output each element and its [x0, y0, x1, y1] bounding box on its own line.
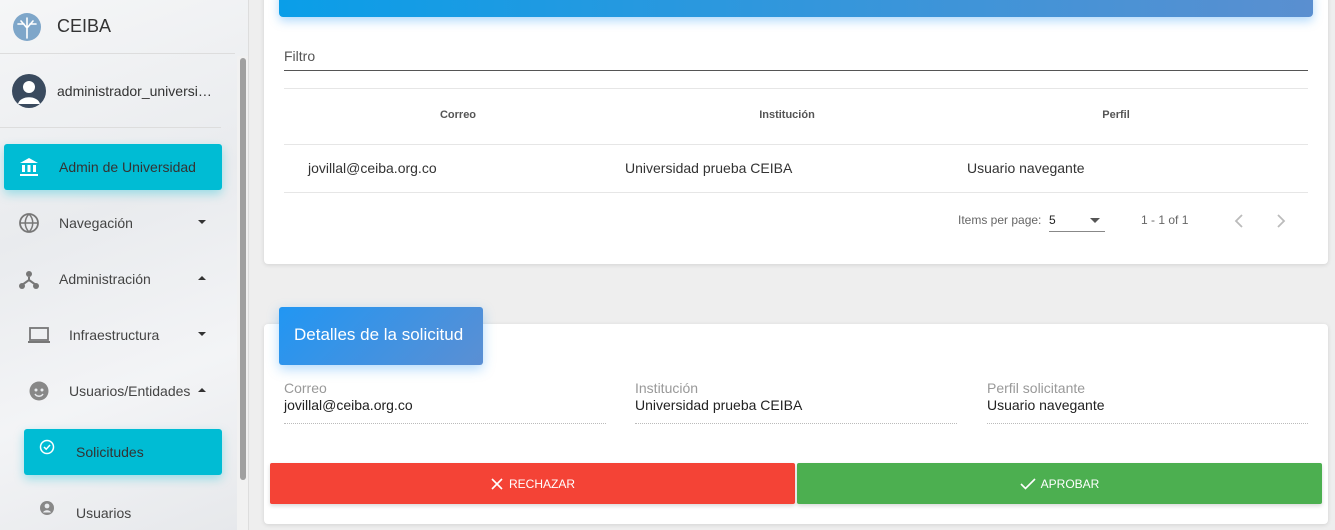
cell-correo: jovillal@ceiba.org.co [308, 160, 437, 176]
chevron-down-icon [198, 332, 206, 336]
field-institucion-value: Universidad prueba CEIBA [635, 397, 803, 413]
nav-usuarios-entidades-label: Usuarios/Entidades [69, 383, 191, 399]
filter-underline [284, 70, 1308, 71]
table-header-divider [284, 144, 1308, 145]
ceiba-tree-logo [13, 12, 41, 41]
close-icon [491, 477, 503, 490]
dropdown-arrow-icon[interactable] [1090, 218, 1100, 223]
bank-icon [16, 156, 42, 178]
user-profile[interactable]: administrador_universid… [0, 54, 221, 128]
globe-icon [16, 212, 42, 234]
column-header-perfil[interactable]: Perfil [1086, 109, 1146, 121]
paginator-range: 1 - 1 of 1 [1141, 213, 1189, 227]
reject-button-label: RECHAZAR [508, 476, 575, 491]
field-perfil-label: Perfil solicitante [987, 380, 1086, 396]
chevron-left-icon[interactable] [1229, 210, 1251, 232]
cell-perfil: Usuario navegante [967, 160, 1085, 176]
hub-icon [16, 268, 42, 290]
face-icon [26, 380, 52, 402]
account-icon [12, 73, 46, 108]
nav-navegacion[interactable]: Navegación [4, 200, 222, 246]
nav-usuarios-entidades[interactable]: Usuarios/Entidades [4, 368, 222, 414]
field-institucion-underline [635, 423, 957, 424]
chevron-down-icon [198, 220, 206, 224]
nav-infraestructura-label: Infraestructura [69, 327, 160, 343]
items-per-page-label: Items per page: [958, 213, 1042, 227]
items-per-page-underline [1049, 231, 1105, 232]
nav-solicitudes[interactable]: Solicitudes [24, 429, 222, 475]
nav-administracion-label: Administración [59, 271, 151, 287]
table-row-divider [284, 192, 1308, 193]
reject-button[interactable]: RECHAZAR [270, 463, 795, 504]
nav-navegacion-label: Navegación [59, 215, 133, 231]
details-title: Detalles de la solicitud [279, 307, 483, 365]
brand-name: CEIBA [57, 16, 112, 36]
approve-button-label: APROBAR [1040, 476, 1100, 491]
field-correo-value: jovillal@ceiba.org.co [284, 397, 413, 413]
laptop-icon [26, 324, 52, 346]
sidebar-scrollbar[interactable] [237, 56, 248, 530]
chevron-right-icon[interactable] [1269, 210, 1291, 232]
nav-infraestructura[interactable]: Infraestructura [4, 312, 222, 358]
cell-institucion: Universidad prueba CEIBA [625, 160, 793, 176]
field-institucion-label: Institución [635, 380, 699, 396]
chevron-up-icon [198, 388, 206, 392]
brand[interactable]: CEIBA [0, 0, 235, 54]
check-circle-icon [34, 439, 60, 455]
nav-admin-universidad-label: Admin de Universidad [59, 159, 196, 175]
field-perfil-value: Usuario navegante [987, 397, 1105, 413]
field-correo-label: Correo [284, 380, 327, 396]
field-perfil-underline [987, 423, 1308, 424]
approve-button[interactable]: APROBAR [797, 463, 1322, 504]
items-per-page-select[interactable]: 5 [1049, 213, 1056, 227]
nav-administracion[interactable]: Administración [4, 256, 222, 302]
nav-solicitudes-label: Solicitudes [76, 444, 144, 460]
filter-input[interactable]: Filtro [284, 48, 315, 64]
nav-admin-universidad[interactable]: Admin de Universidad [4, 144, 222, 190]
column-header-institucion[interactable]: Institución [738, 109, 836, 121]
scrollbar-thumb[interactable] [240, 58, 246, 480]
card-header-bar [279, 0, 1313, 17]
column-header-correo[interactable]: Correo [420, 109, 496, 121]
chevron-up-icon [198, 276, 206, 280]
user-name: administrador_universid… [57, 82, 219, 99]
check-icon [1020, 477, 1036, 490]
account-circle-icon [34, 500, 60, 516]
field-correo-underline [284, 423, 606, 424]
table-top-divider [284, 88, 1308, 89]
nav-usuarios-label: Usuarios [76, 505, 132, 521]
nav-usuarios[interactable]: Usuarios [24, 490, 222, 530]
sidebar: CEIBA administrador_universid… Admin de … [0, 0, 249, 530]
